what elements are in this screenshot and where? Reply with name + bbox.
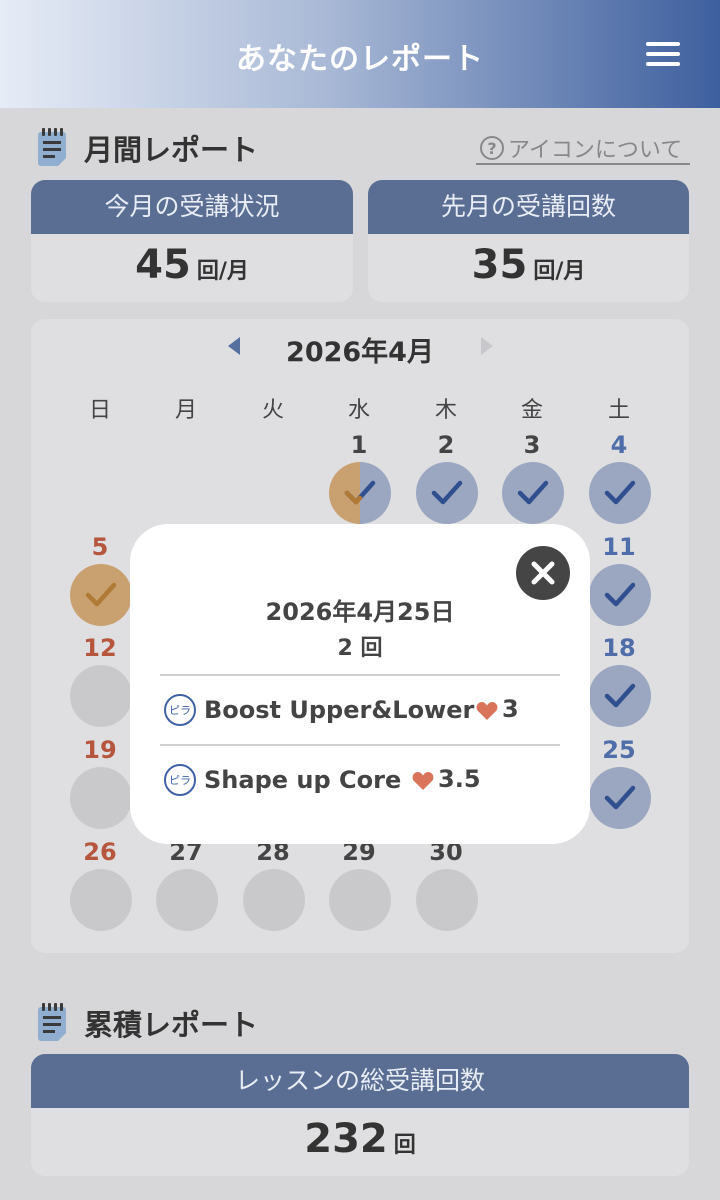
day-number: 2 — [437, 431, 455, 459]
weekday-thu: 木 — [434, 398, 457, 423]
last-month-card: 先月の受講回数 35 回/月 — [368, 180, 689, 302]
cumulative-report-heading: 累積レポート — [36, 1003, 258, 1043]
modal-count: 2 回 — [337, 636, 383, 661]
lesson-rating: 3.5 — [438, 765, 481, 793]
total-lessons-label: レッスンの総受講回数 — [31, 1054, 689, 1108]
lesson-item[interactable]: ピラ Shape up Core 3.5 — [164, 760, 564, 800]
day-circle-checked[interactable] — [70, 564, 132, 626]
divider — [160, 744, 560, 746]
total-lessons-card: レッスンの総受講回数 232 回 — [31, 1054, 689, 1176]
total-lessons-value: 232 — [304, 1116, 388, 1162]
calendar-month-label: 2026年4月 — [286, 337, 434, 368]
heart-icon — [476, 702, 498, 720]
divider — [160, 674, 560, 676]
page-title: あなたのレポート — [236, 42, 484, 77]
day-number: 25 — [602, 736, 636, 764]
day-number: 11 — [602, 533, 636, 561]
document-icon — [36, 1003, 70, 1043]
day-circle[interactable] — [243, 869, 305, 931]
day-number: 26 — [83, 838, 117, 866]
last-month-label: 先月の受講回数 — [368, 180, 689, 234]
weekday-mon: 月 — [174, 398, 197, 423]
section-title: 累積レポート — [84, 1008, 259, 1042]
lesson-item[interactable]: ピラ Boost Upper&Lower 3 — [164, 690, 564, 730]
day-number: 5 — [91, 533, 109, 561]
next-month-icon[interactable] — [481, 337, 493, 355]
calendar-nav: 2026年4月 — [0, 327, 720, 368]
pilates-badge-icon: ピラ — [164, 764, 196, 796]
day-circle-checked[interactable] — [589, 462, 651, 524]
day-circle-checked[interactable] — [589, 767, 651, 829]
day-circle[interactable] — [70, 665, 132, 727]
icon-help-link[interactable]: ? アイコンについて — [476, 133, 690, 165]
day-number: 12 — [83, 634, 117, 662]
lesson-rating: 3 — [502, 695, 519, 723]
weekday-sun: 日 — [88, 398, 111, 423]
weekday-wed: 水 — [347, 398, 370, 423]
day-circle-checked[interactable] — [502, 462, 564, 524]
this-month-label: 今月の受講状況 — [31, 180, 353, 234]
day-circle[interactable] — [156, 869, 218, 931]
section-title: 月間レポート — [84, 133, 259, 167]
day-circle[interactable] — [70, 869, 132, 931]
weekday-tue: 火 — [261, 398, 284, 423]
this-month-value: 45 — [135, 242, 191, 288]
day-circle-checked[interactable] — [589, 665, 651, 727]
document-icon — [36, 128, 70, 168]
day-circle[interactable] — [329, 869, 391, 931]
day-circle-checked[interactable] — [329, 462, 391, 524]
total-lessons-unit: 回 — [393, 1133, 416, 1158]
question-icon: ? — [480, 136, 504, 160]
weekday-sat: 土 — [607, 398, 630, 423]
this-month-unit: 回/月 — [196, 259, 249, 284]
app-header: あなたのレポート — [0, 0, 720, 108]
day-circle-checked[interactable] — [589, 564, 651, 626]
pilates-badge-icon: ピラ — [164, 694, 196, 726]
day-number: 4 — [610, 431, 628, 459]
hamburger-menu-icon[interactable] — [646, 40, 684, 68]
monthly-report-heading: 月間レポート — [36, 128, 258, 168]
day-number: 3 — [523, 431, 541, 459]
heart-icon — [412, 772, 434, 790]
day-number: 1 — [350, 431, 368, 459]
this-month-card: 今月の受講状況 45 回/月 — [31, 180, 353, 302]
lesson-name: Boost Upper&Lower — [204, 696, 475, 724]
lesson-name: Shape up Core — [204, 766, 402, 794]
day-number: 19 — [83, 736, 117, 764]
weekday-fri: 金 — [520, 398, 543, 423]
help-link-label: アイコンについて — [508, 138, 683, 163]
day-circle[interactable] — [70, 767, 132, 829]
modal-date: 2026年4月25日 — [265, 598, 455, 626]
day-number: 18 — [602, 634, 636, 662]
last-month-value: 35 — [471, 242, 528, 288]
day-circle[interactable] — [416, 869, 478, 931]
day-circle-checked[interactable] — [416, 462, 478, 524]
last-month-unit: 回/月 — [533, 259, 586, 284]
